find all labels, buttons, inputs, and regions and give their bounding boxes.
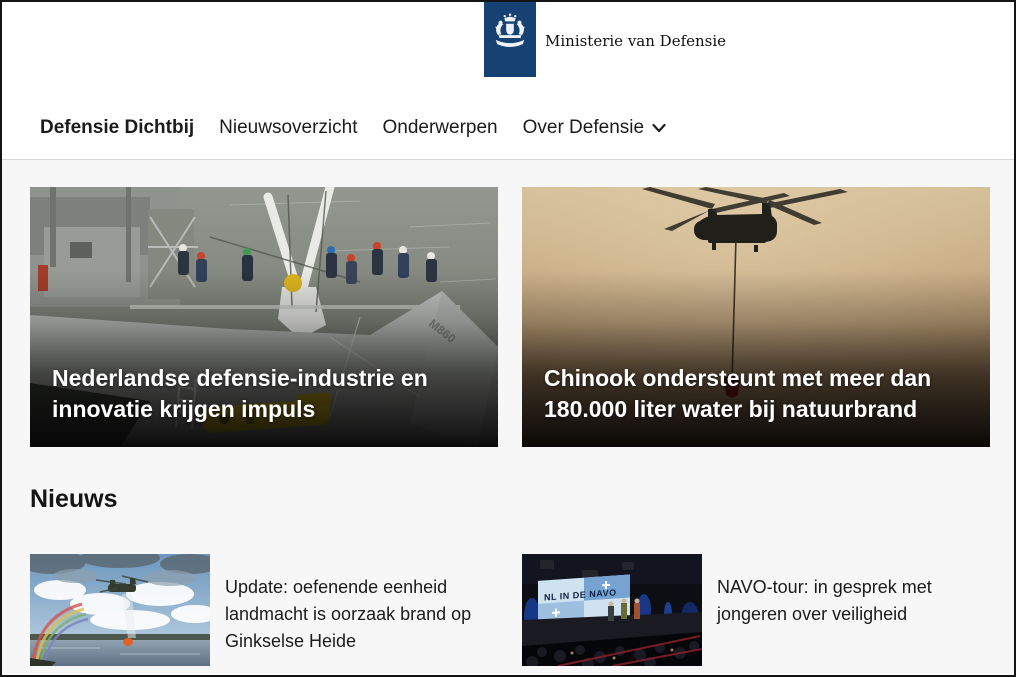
news-section-heading: Nieuws [30,484,986,514]
news-item-navo-tour[interactable]: NL IN DE NAVO [522,554,990,666]
nav-label: Over Defensie [523,117,644,139]
news-thumbnail-navo-stage: NL IN DE NAVO [522,554,702,666]
main-content: M860 Nederlandse defens [2,160,1014,674]
main-navigation: Defensie Dichtbij Nieuwsoverzicht Onderw… [2,97,1014,159]
government-emblem-icon [491,12,529,67]
header: Ministerie van Defensie [2,2,1014,97]
news-row: Update: oefenende eenheid landmacht is o… [30,554,986,666]
news-item-ginkselse-heide[interactable]: Update: oefenende eenheid landmacht is o… [30,554,498,666]
rijksoverheid-logo[interactable] [484,2,536,77]
hero-row: M860 Nederlandse defens [30,187,986,447]
ministry-name: Ministerie van Defensie [545,32,726,50]
hero-title: Chinook ondersteunt met meer dan 180.000… [544,363,970,425]
hero-article-defensie-industrie[interactable]: M860 Nederlandse defens [30,187,498,447]
nav-label: Onderwerpen [382,117,497,139]
hero-article-chinook-natuurbrand[interactable]: Chinook ondersteunt met meer dan 180.000… [522,187,990,447]
news-title: Update: oefenende eenheid landmacht is o… [225,554,498,666]
nav-item-over-defensie[interactable]: Over Defensie [523,117,666,139]
nav-item-onderwerpen[interactable]: Onderwerpen [382,117,497,139]
nav-item-nieuwsoverzicht[interactable]: Nieuwsoverzicht [219,117,357,139]
nav-label: Defensie Dichtbij [40,117,194,139]
news-thumbnail-chinook-rainbow [30,554,210,666]
news-title: NAVO-tour: in gesprek met jongeren over … [717,554,990,666]
nav-label: Nieuwsoverzicht [219,117,357,139]
hero-title: Nederlandse defensie-industrie en innova… [52,363,478,425]
nav-item-defensie-dichtbij[interactable]: Defensie Dichtbij [40,117,194,139]
page: Ministerie van Defensie Defensie Dichtbi… [0,0,1016,677]
chevron-down-icon [652,117,666,139]
